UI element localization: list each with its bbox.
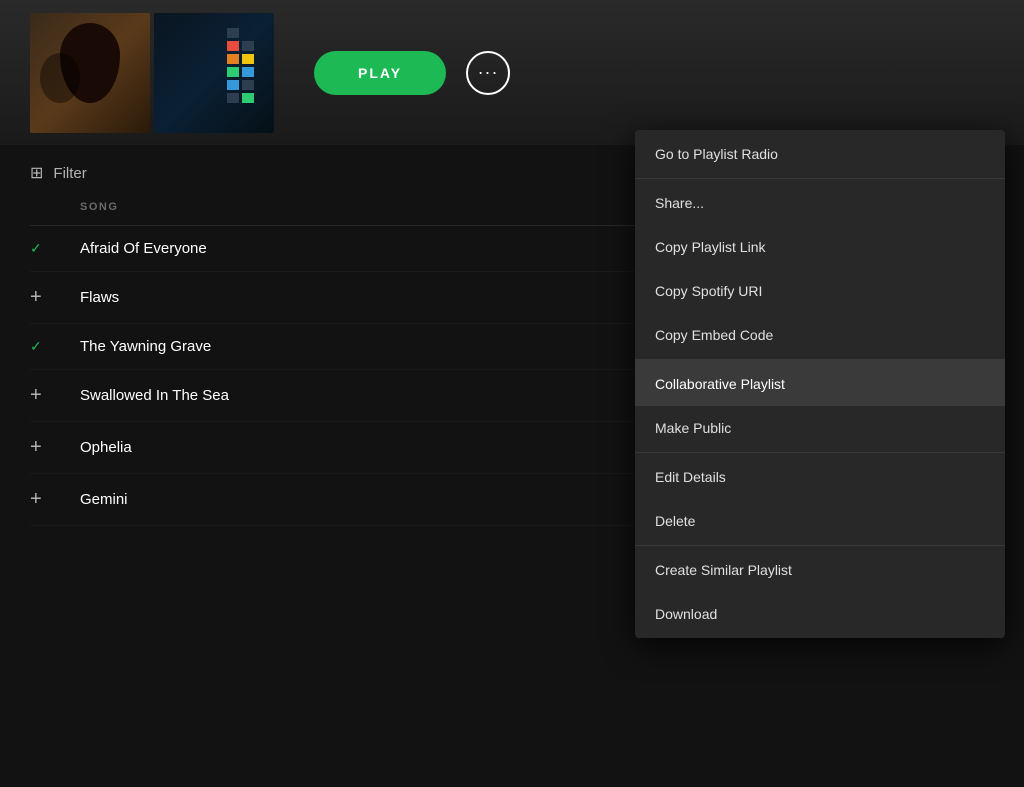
song-indicator-3: + — [30, 384, 80, 407]
context-menu: Go to Playlist Radio Share... Copy Playl… — [635, 130, 1005, 638]
song-indicator-2: ✓ — [30, 338, 80, 355]
play-controls: PLAY ··· — [314, 51, 510, 95]
song-title-3: Swallowed In The Sea — [80, 387, 229, 404]
song-title-5: Gemini — [80, 491, 128, 508]
menu-section-share: Share... Copy Playlist Link Copy Spotify… — [635, 179, 1005, 360]
more-options-button[interactable]: ··· — [466, 51, 510, 95]
header-area: PLAY ··· — [0, 0, 1024, 145]
menu-item-download[interactable]: Download — [635, 592, 1005, 638]
song-title-4: Ophelia — [80, 439, 132, 456]
menu-item-share[interactable]: Share... — [635, 179, 1005, 225]
menu-item-copy-playlist-link[interactable]: Copy Playlist Link — [635, 225, 1005, 269]
menu-section-collaborate: Collaborative Playlist Make Public — [635, 360, 1005, 453]
color-blocks — [227, 28, 254, 103]
album-art-1 — [30, 13, 150, 133]
main-area: PLAY ··· ⊞ Filter SONG ✓ Afraid Of Every… — [0, 0, 1024, 787]
menu-item-edit-details[interactable]: Edit Details — [635, 453, 1005, 499]
menu-item-create-similar[interactable]: Create Similar Playlist — [635, 546, 1005, 592]
filter-label: Filter — [53, 165, 86, 182]
song-title-2: The Yawning Grave — [80, 338, 211, 355]
album-art-2 — [154, 13, 274, 133]
menu-item-delete[interactable]: Delete — [635, 499, 1005, 545]
song-indicator-4: + — [30, 436, 80, 459]
menu-section-radio: Go to Playlist Radio — [635, 130, 1005, 179]
menu-item-playlist-radio[interactable]: Go to Playlist Radio — [635, 130, 1005, 178]
song-indicator-0: ✓ — [30, 240, 80, 257]
song-indicator-5: + — [30, 488, 80, 511]
song-title-0: Afraid Of Everyone — [80, 240, 207, 257]
menu-section-similar: Create Similar Playlist Download — [635, 546, 1005, 638]
menu-item-copy-spotify-uri[interactable]: Copy Spotify URI — [635, 269, 1005, 313]
song-title-1: Flaws — [80, 289, 119, 306]
menu-item-make-public[interactable]: Make Public — [635, 406, 1005, 452]
menu-section-manage: Edit Details Delete — [635, 453, 1005, 546]
menu-item-copy-embed-code[interactable]: Copy Embed Code — [635, 313, 1005, 359]
album-art-container — [30, 13, 274, 133]
filter-icon: ⊞ — [30, 163, 43, 183]
play-button[interactable]: PLAY — [314, 51, 446, 95]
song-indicator-1: + — [30, 286, 80, 309]
menu-item-collaborative-playlist[interactable]: Collaborative Playlist — [635, 360, 1005, 406]
